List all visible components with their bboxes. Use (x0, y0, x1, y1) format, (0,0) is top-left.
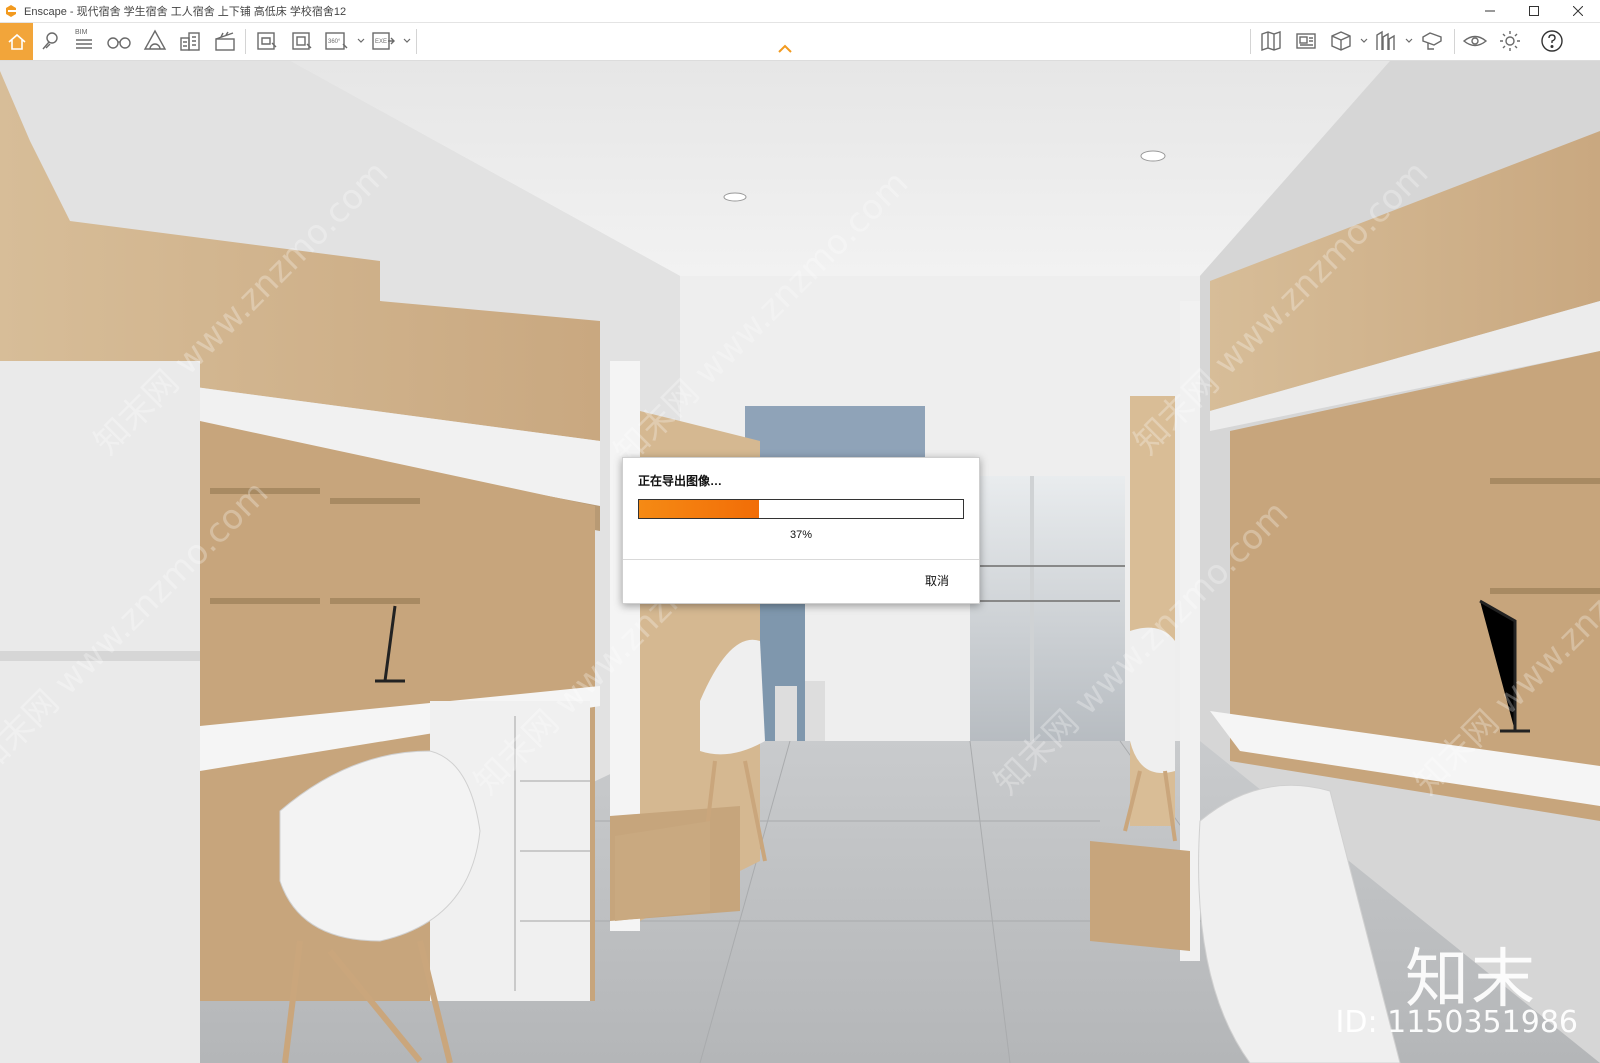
location-pin-icon (42, 32, 58, 50)
atmosphere-button[interactable] (141, 27, 169, 55)
exe-label: EXE (375, 39, 387, 45)
visual-settings-button[interactable] (1461, 27, 1489, 55)
help-icon (1541, 30, 1563, 52)
main-toolbar: BIM 360° EXE (0, 23, 1600, 61)
atmosphere-icon (143, 29, 167, 50)
views-button[interactable] (1292, 27, 1320, 55)
panorama-360-icon: 360° (325, 32, 348, 50)
clapperboard-icon (215, 31, 235, 51)
chevron-down-icon[interactable] (357, 37, 365, 45)
binoculars-icon (107, 37, 131, 49)
cube-icon (1331, 31, 1351, 51)
progress-fill (639, 500, 759, 518)
export-exe-button[interactable]: EXE (370, 27, 398, 55)
enscape-logo-icon (6, 5, 16, 17)
collapse-toolbar-icon[interactable] (777, 44, 793, 54)
panorama-button[interactable]: 360° (323, 27, 351, 55)
help-button[interactable] (1538, 27, 1566, 55)
home-button[interactable] (0, 23, 33, 60)
toolbar-separator (245, 29, 246, 54)
views-icon (1296, 33, 1316, 49)
close-icon (1573, 6, 1583, 16)
video-editor-button[interactable] (211, 27, 239, 55)
cancel-button[interactable]: 取消 (925, 572, 949, 589)
close-button[interactable] (1556, 0, 1600, 22)
chevron-down-icon[interactable] (403, 37, 411, 45)
window-title: Enscape - 现代宿舍 学生宿舍 工人宿舍 上下铺 高低床 学校宿舍12 (24, 6, 347, 18)
materials-icon (1422, 32, 1442, 50)
dialog-title: 正在导出图像… (638, 474, 723, 488)
title-bar: Enscape - 现代宿舍 学生宿舍 工人宿舍 上下铺 高低床 学校宿舍12 (0, 0, 1600, 23)
export-exe-icon: EXE (372, 32, 395, 50)
location-button[interactable] (37, 27, 65, 55)
materials-button[interactable] (1418, 27, 1446, 55)
export-progress-bar (638, 499, 964, 519)
batch-render-icon (292, 32, 312, 50)
bim-label: BIM (75, 29, 88, 36)
toolbar-separator (1250, 29, 1251, 54)
asset-library-button[interactable] (1372, 27, 1400, 55)
map-icon (1261, 31, 1281, 51)
chevron-down-icon[interactable] (1360, 37, 1368, 45)
batch-render-button[interactable] (288, 27, 316, 55)
bim-button[interactable]: BIM (70, 27, 98, 55)
chevron-down-icon[interactable] (1405, 37, 1413, 45)
toolbar-separator (1454, 29, 1455, 54)
progress-percent: 37% (789, 529, 813, 541)
cube-button[interactable] (1327, 27, 1355, 55)
screenshot-button[interactable] (253, 27, 281, 55)
watermark-id: ID: 1150351986 (1335, 1005, 1578, 1040)
asset-library-icon (1376, 30, 1395, 50)
screenshot-icon (257, 32, 277, 50)
building-icon (180, 32, 200, 51)
settings-button[interactable] (1496, 27, 1524, 55)
panorama-label: 360° (328, 39, 341, 45)
home-icon (7, 33, 26, 50)
export-progress-dialog: 正在导出图像… 37% 取消 (622, 457, 980, 604)
toolbar-separator (416, 29, 417, 54)
binoculars-button[interactable] (105, 27, 133, 55)
minimize-icon (1485, 10, 1495, 12)
map-button[interactable] (1257, 27, 1285, 55)
settings-gear-icon (1500, 31, 1520, 51)
building-button[interactable] (176, 27, 204, 55)
visual-settings-icon (1462, 35, 1488, 47)
dialog-divider (623, 559, 979, 560)
window-controls (1468, 0, 1600, 22)
maximize-button[interactable] (1512, 0, 1556, 22)
minimize-button[interactable] (1468, 0, 1512, 22)
maximize-icon (1529, 6, 1539, 16)
